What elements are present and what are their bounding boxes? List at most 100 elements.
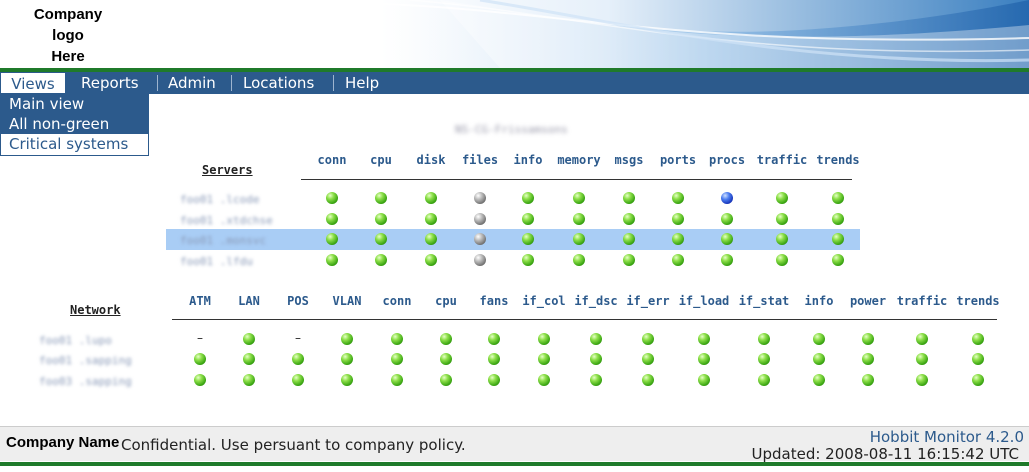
status-dot-green[interactable] [776,192,788,204]
status-dot-green[interactable] [326,213,338,225]
menu-admin[interactable]: Admin [168,72,216,94]
status-dot-green[interactable] [642,353,654,365]
status-dot-green[interactable] [538,333,550,345]
host-name[interactable]: foo01 .sapping [39,354,132,367]
status-dot-green[interactable] [326,192,338,204]
status-dot-green[interactable] [341,353,353,365]
status-dot-green[interactable] [522,213,534,225]
status-dot-green[interactable] [698,353,710,365]
status-dot-green[interactable] [776,213,788,225]
status-dot-green[interactable] [776,254,788,266]
status-dot-green[interactable] [832,233,844,245]
host-name[interactable]: foo01 .monsvc [180,234,266,247]
status-dot-green[interactable] [862,374,874,386]
status-dot-green[interactable] [573,213,585,225]
status-dot-green[interactable] [375,233,387,245]
status-dot-green[interactable] [243,353,255,365]
status-dot-green[interactable] [642,374,654,386]
status-dot-green[interactable] [375,254,387,266]
status-dot-green[interactable] [573,254,585,266]
status-dot-green[interactable] [758,374,770,386]
status-dot-green[interactable] [425,192,437,204]
menu-views[interactable]: Views [0,72,66,94]
status-dot-gray[interactable] [474,192,486,204]
status-dot-green[interactable] [862,333,874,345]
status-dot-gray[interactable] [474,254,486,266]
status-dot-green[interactable] [672,233,684,245]
dropdown-item-critical-systems[interactable]: Critical systems [0,134,149,156]
status-dot-green[interactable] [440,333,452,345]
servers-group-title[interactable]: Servers [202,163,253,177]
status-dot-green[interactable] [813,333,825,345]
status-dot-green[interactable] [916,353,928,365]
status-dot-green[interactable] [721,254,733,266]
status-dot-green[interactable] [916,333,928,345]
network-group-title[interactable]: Network [70,303,121,317]
status-dot-green[interactable] [972,333,984,345]
status-dot-green[interactable] [488,374,500,386]
status-dot-green[interactable] [672,254,684,266]
status-dot-green[interactable] [488,353,500,365]
status-dot-green[interactable] [590,333,602,345]
status-dot-green[interactable] [440,374,452,386]
status-dot-green[interactable] [425,213,437,225]
status-dot-green[interactable] [573,192,585,204]
status-dot-green[interactable] [672,192,684,204]
status-dot-green[interactable] [391,353,403,365]
status-dot-green[interactable] [391,333,403,345]
status-dot-green[interactable] [243,374,255,386]
status-dot-green[interactable] [916,374,928,386]
status-dot-green[interactable] [813,353,825,365]
status-dot-gray[interactable] [474,213,486,225]
menu-locations[interactable]: Locations [243,72,314,94]
status-dot-green[interactable] [832,213,844,225]
status-dot-green[interactable] [972,374,984,386]
status-dot-gray[interactable] [474,233,486,245]
status-dot-green[interactable] [326,233,338,245]
status-dot-green[interactable] [341,333,353,345]
status-dot-green[interactable] [375,192,387,204]
status-dot-green[interactable] [522,254,534,266]
host-name[interactable]: foo01 .xtdchse [180,214,273,227]
status-dot-green[interactable] [488,333,500,345]
status-dot-green[interactable] [721,213,733,225]
host-name[interactable]: foo01 .lcode [180,193,259,206]
status-dot-green[interactable] [862,353,874,365]
status-dot-blue[interactable] [721,192,733,204]
host-name[interactable]: foo01 .lupo [39,334,112,347]
dropdown-item-main-view[interactable]: Main view [0,94,149,114]
status-dot-green[interactable] [194,374,206,386]
status-dot-green[interactable] [776,233,788,245]
status-dot-green[interactable] [972,353,984,365]
status-dot-green[interactable] [341,374,353,386]
status-dot-green[interactable] [642,333,654,345]
status-dot-green[interactable] [326,254,338,266]
status-dot-green[interactable] [194,353,206,365]
status-dot-green[interactable] [391,374,403,386]
status-dot-green[interactable] [590,353,602,365]
status-dot-green[interactable] [522,192,534,204]
footer-product-version[interactable]: Hobbit Monitor 4.2.0 [870,428,1024,446]
status-dot-green[interactable] [538,353,550,365]
menu-help[interactable]: Help [345,72,379,94]
status-dot-green[interactable] [623,192,635,204]
menu-reports[interactable]: Reports [81,72,139,94]
status-dot-green[interactable] [698,333,710,345]
status-dot-green[interactable] [292,353,304,365]
status-dot-green[interactable] [623,213,635,225]
status-dot-green[interactable] [813,374,825,386]
status-dot-green[interactable] [573,233,585,245]
column-header-trends[interactable]: trends [803,153,873,167]
column-header-trends[interactable]: trends [943,294,1013,308]
status-dot-green[interactable] [292,374,304,386]
status-dot-green[interactable] [440,353,452,365]
dropdown-item-all-non-green[interactable]: All non-green [0,114,149,134]
status-dot-green[interactable] [522,233,534,245]
status-dot-green[interactable] [832,192,844,204]
status-dot-green[interactable] [375,213,387,225]
status-dot-green[interactable] [698,374,710,386]
status-dot-green[interactable] [623,254,635,266]
status-dot-green[interactable] [672,213,684,225]
status-dot-green[interactable] [623,233,635,245]
host-name[interactable]: foo03 .sapping [39,375,132,388]
